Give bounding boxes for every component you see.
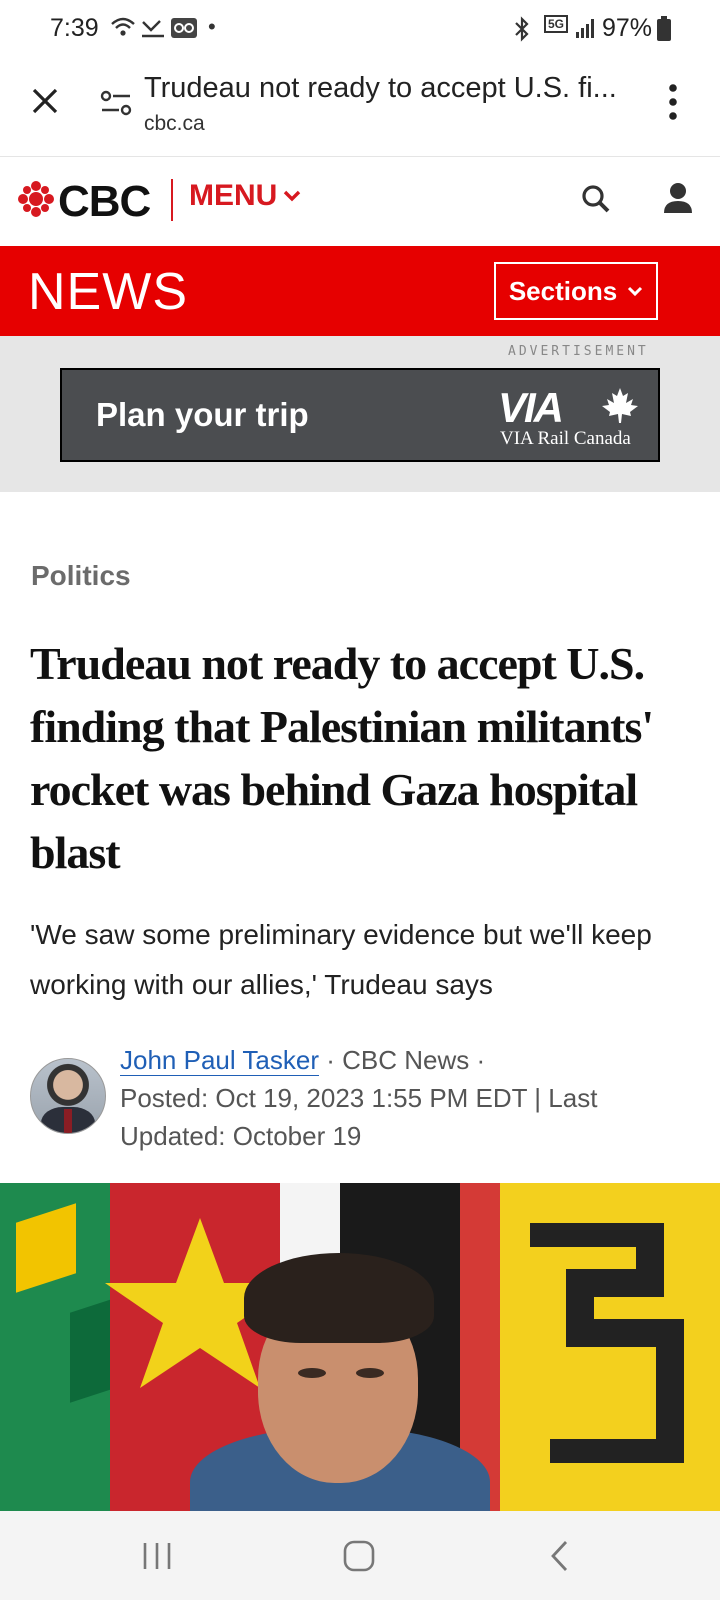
maple-leaf-icon [602, 388, 638, 423]
battery-percent: 97% [602, 14, 653, 42]
more-options-icon[interactable] [668, 82, 678, 122]
site-settings-icon[interactable] [100, 88, 132, 118]
back-icon[interactable] [548, 1539, 572, 1573]
advertisement-label: ADVERTISEMENT [508, 344, 649, 359]
chevron-down-icon [284, 190, 301, 202]
author-link[interactable]: John Paul Tasker [120, 1045, 319, 1076]
sections-label: Sections [508, 275, 618, 306]
tab-page-title[interactable]: Trudeau not ready to accept U.S. fi... [144, 72, 624, 105]
article-headline: Trudeau not ready to accept U.S. finding… [30, 638, 654, 878]
person-eye-left [298, 1368, 326, 1378]
ad-text: Plan your trip [96, 396, 309, 433]
posted-date: Posted: Oct 19, 2023 1:55 PM EDT | Last … [120, 1083, 598, 1151]
via-logo-mark: VIA [498, 384, 564, 431]
signal-icon [576, 19, 594, 38]
cbc-gem-icon[interactable] [18, 181, 54, 217]
ad-banner[interactable]: Plan your trip VIA VIA Rail Canada [60, 368, 660, 462]
article-deck: 'We saw some preliminary evidence but we… [30, 919, 652, 1000]
bluetooth-icon [515, 16, 529, 42]
network-type-badge: 5G [544, 15, 569, 33]
menu-button[interactable]: MENU [189, 179, 301, 213]
chevron-down-icon [628, 286, 643, 296]
home-icon[interactable] [342, 1539, 376, 1573]
author-avatar[interactable] [30, 1058, 106, 1134]
voicemail-icon [171, 18, 197, 38]
cbc-logo[interactable]: CBC [58, 177, 151, 227]
close-icon[interactable] [30, 86, 60, 116]
missed-call-icon [142, 20, 164, 38]
flag-emblem-icon [530, 1223, 684, 1463]
menu-label: MENU [189, 179, 278, 212]
search-icon[interactable] [580, 183, 612, 215]
article-category[interactable]: Politics [31, 560, 131, 592]
news-section-bar: NEWS Sections [0, 246, 720, 336]
sections-button[interactable]: Sections [494, 262, 658, 320]
status-time: 7:39 [50, 14, 99, 42]
article-byline: John Paul Tasker · CBC News · Posted: Oc… [120, 1041, 680, 1155]
tab-page-url[interactable]: cbc.ca [144, 112, 205, 136]
recent-apps-icon[interactable] [140, 1541, 174, 1571]
byline-source: · CBC News · [318, 1045, 486, 1075]
browser-custom-tab-bar: Trudeau not ready to accept U.S. fi... c… [0, 58, 720, 158]
via-logo-text: VIA Rail Canada [500, 428, 631, 449]
cbc-site-header: CBC MENU [0, 157, 720, 246]
account-icon[interactable] [662, 181, 694, 215]
status-bar: 7:39 • 5G 97% [0, 0, 720, 58]
wifi-icon [111, 17, 135, 36]
article-hero-image[interactable] [0, 1183, 720, 1511]
battery-icon [657, 16, 671, 41]
system-navigation-bar [0, 1511, 720, 1600]
person-eye-right [356, 1368, 384, 1378]
person-hair [244, 1253, 434, 1343]
header-divider [171, 179, 173, 221]
news-title[interactable]: NEWS [28, 262, 188, 322]
avatar-tie [64, 1109, 72, 1133]
advertisement-area: ADVERTISEMENT Plan your trip VIA VIA Rai… [0, 336, 720, 492]
notification-dot-icon: • [208, 14, 216, 39]
